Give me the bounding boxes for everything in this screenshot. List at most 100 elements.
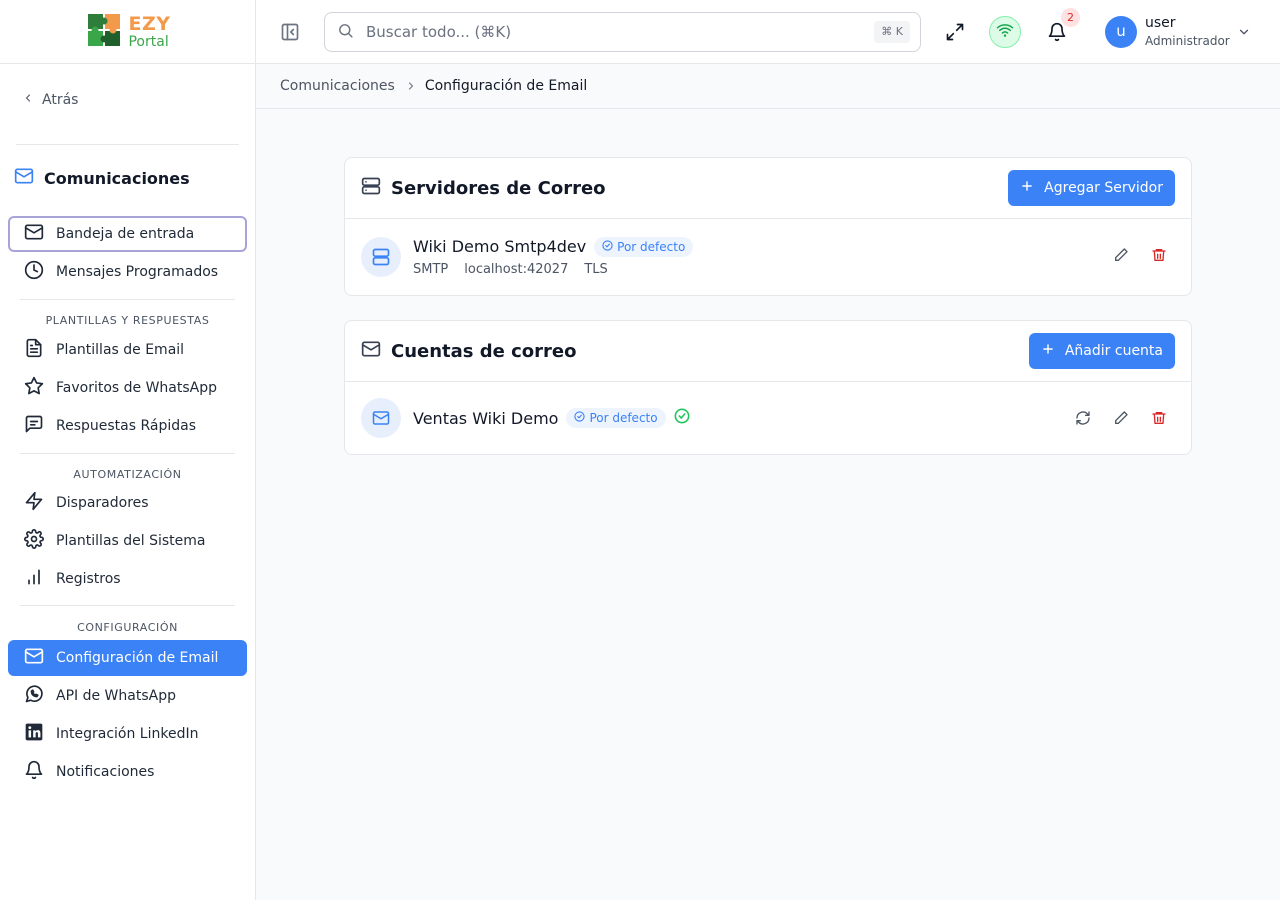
search-shortcut-hint: ⌘ K — [874, 21, 910, 43]
chevron-right-icon — [405, 80, 417, 92]
logo-name-part1: EZY — [128, 12, 171, 35]
sidebar-item-label: Notificaciones — [56, 764, 155, 780]
pencil-icon[interactable] — [1113, 247, 1129, 263]
add-account-button[interactable]: Añadir cuenta — [1028, 333, 1175, 369]
account-name: Ventas Wiki Demo — [413, 408, 559, 428]
puzzle-logo-icon — [84, 10, 124, 54]
sidebar-item-favoritos-de-whatsapp[interactable]: Favoritos de WhatsApp — [8, 370, 247, 406]
avatar[interactable]: u — [1105, 16, 1137, 48]
mail-icon — [24, 222, 44, 246]
server-name: Wiki Demo Smtp4dev — [413, 237, 587, 256]
section-header: Comunicaciones — [14, 166, 190, 190]
sidebar-item-label: Plantillas del Sistema — [56, 533, 206, 549]
sidebar-item-plantillas-de-email[interactable]: Plantillas de Email — [8, 332, 247, 368]
button-label: Agregar Servidor — [1044, 180, 1163, 196]
verified-check-icon — [674, 408, 690, 428]
fullscreen-icon[interactable] — [945, 22, 965, 46]
mail-accounts-card: Cuentas de correo Añadir cuenta Ventas W… — [344, 320, 1192, 455]
clock-icon — [24, 260, 44, 284]
sidebar-item-label: Respuestas Rápidas — [56, 418, 197, 434]
sidebar-divider — [20, 605, 235, 606]
sidebar-divider — [16, 144, 239, 145]
sidebar-item-registros[interactable]: Registros — [8, 561, 247, 597]
mail-servers-card: Servidores de Correo Agregar Servidor Wi… — [344, 157, 1192, 296]
mail-icon — [361, 339, 381, 363]
sidebar-item-notificaciones[interactable]: Notificaciones — [8, 754, 247, 790]
breadcrumb-parent-link[interactable]: Comunicaciones — [280, 78, 395, 94]
mail-icon — [24, 646, 44, 670]
sidebar-item-label: Registros — [56, 571, 121, 587]
whatsapp-icon — [24, 684, 44, 708]
bell-icon[interactable] — [1047, 22, 1067, 46]
logo-area: EZY Portal — [0, 0, 255, 64]
server-security: TLS — [584, 261, 608, 277]
card-header: Cuentas de correo Añadir cuenta — [345, 321, 1191, 382]
server-host: localhost:42027 — [464, 261, 569, 277]
sidebar-divider — [20, 299, 235, 300]
sidebar-item-disparadores[interactable]: Disparadores — [8, 485, 247, 521]
sidebar-item-label: API de WhatsApp — [56, 688, 176, 704]
app-logo[interactable]: EZY Portal — [84, 10, 170, 54]
linkedin-icon — [24, 722, 44, 746]
refresh-icon[interactable] — [1075, 410, 1091, 426]
plus-icon — [1020, 179, 1034, 197]
mail-icon — [14, 166, 34, 190]
connection-status-button[interactable] — [989, 16, 1021, 48]
pencil-icon[interactable] — [1113, 410, 1129, 426]
bell-icon — [24, 760, 44, 784]
trash-icon[interactable] — [1151, 247, 1167, 263]
sidebar-item-configuracion-de-email[interactable]: Configuración de Email — [8, 640, 247, 676]
sidebar-item-plantillas-del-sistema[interactable]: Plantillas del Sistema — [8, 523, 247, 559]
sidebar-item-integracion-linkedin[interactable]: Integración LinkedIn — [8, 716, 247, 752]
trash-icon[interactable] — [1151, 410, 1167, 426]
back-link[interactable]: Atrás — [22, 92, 78, 108]
group-label-automatizacion: AUTOMATIZACIÓN — [73, 468, 182, 481]
add-server-button[interactable]: Agregar Servidor — [1008, 170, 1175, 206]
logo-name-part2: Portal — [128, 33, 169, 50]
card-title: Cuentas de correo — [391, 340, 577, 362]
top-header: ⌘ K 2 u user Administrador — [256, 0, 1280, 64]
file-text-icon — [24, 338, 44, 362]
sidebar-item-api-de-whatsapp[interactable]: API de WhatsApp — [8, 678, 247, 714]
card-header: Servidores de Correo Agregar Servidor — [345, 158, 1191, 219]
button-label: Añadir cuenta — [1064, 343, 1163, 359]
section-title: Comunicaciones — [44, 168, 190, 188]
user-name[interactable]: user — [1145, 15, 1176, 31]
server-icon — [361, 176, 381, 200]
default-badge: Por defecto — [566, 408, 666, 428]
sidebar-divider — [20, 453, 235, 454]
search-bar[interactable]: ⌘ K — [324, 12, 921, 52]
sidebar-item-label: Configuración de Email — [56, 650, 219, 666]
search-icon — [337, 22, 354, 43]
user-role: Administrador — [1145, 34, 1230, 48]
bar-chart-icon — [24, 567, 44, 591]
search-input[interactable] — [366, 23, 846, 41]
list-item: Ventas Wiki Demo Por defecto — [345, 382, 1191, 454]
sidebar-item-mensajes-programados[interactable]: Mensajes Programados — [8, 254, 247, 290]
server-protocol: SMTP — [413, 261, 449, 277]
chevron-down-icon[interactable] — [1237, 24, 1251, 43]
star-icon — [24, 376, 44, 400]
sidebar-item-bandeja-de-entrada[interactable]: Bandeja de entrada — [8, 216, 247, 252]
sidebar-item-label: Disparadores — [56, 495, 149, 511]
group-label-configuracion: CONFIGURACIÓN — [77, 621, 178, 634]
badge-label: Por defecto — [589, 411, 658, 425]
check-circle-icon — [602, 239, 613, 254]
gear-icon — [24, 529, 44, 553]
back-label: Atrás — [42, 92, 79, 108]
notification-count-badge: 2 — [1061, 8, 1080, 27]
check-circle-icon — [574, 411, 586, 425]
zap-icon — [24, 491, 44, 515]
sidebar-item-label: Mensajes Programados — [56, 264, 219, 280]
badge-label: Por defecto — [617, 239, 686, 254]
message-square-icon — [24, 414, 44, 438]
main-content: Servidores de Correo Agregar Servidor Wi… — [256, 109, 1280, 900]
sidebar: EZY Portal Atrás Comunicaciones Bandeja … — [0, 0, 256, 900]
sidebar-item-label: Integración LinkedIn — [56, 726, 199, 742]
card-title: Servidores de Correo — [391, 177, 606, 199]
sidebar-toggle-icon[interactable] — [280, 22, 300, 42]
mail-icon — [361, 398, 401, 438]
sidebar-item-respuestas-rapidas[interactable]: Respuestas Rápidas — [8, 408, 247, 444]
breadcrumb: Comunicaciones Configuración de Email — [256, 64, 1280, 109]
sidebar-item-label: Favoritos de WhatsApp — [56, 380, 218, 396]
